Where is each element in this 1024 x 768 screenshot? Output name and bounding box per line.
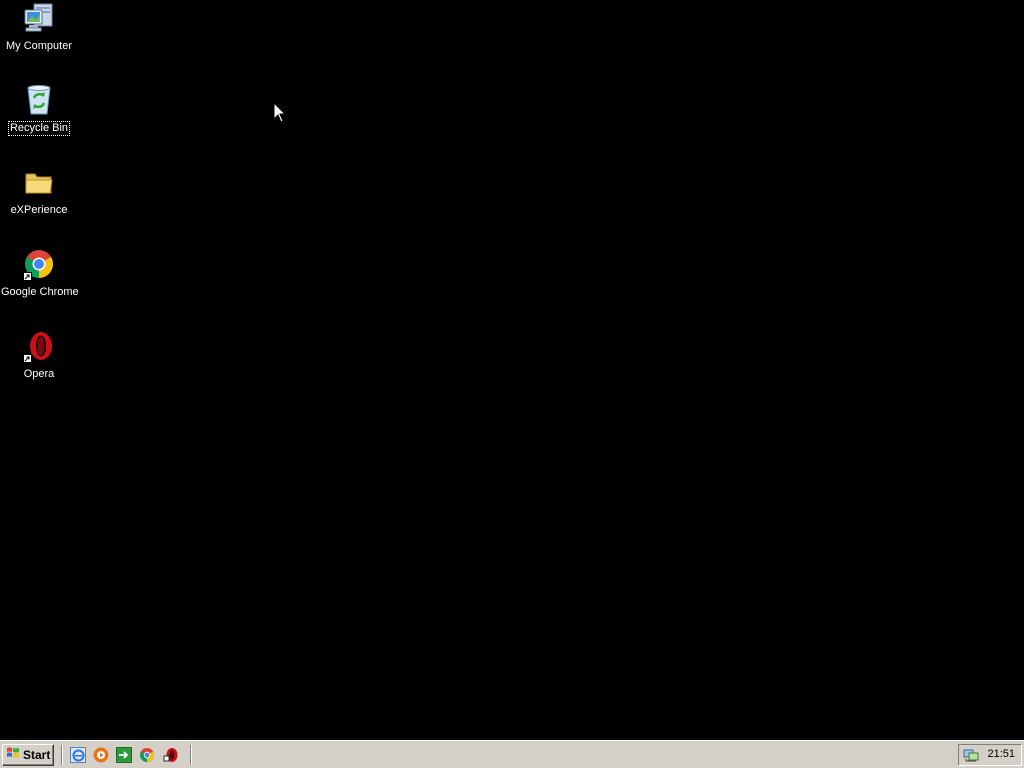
shortcut-arrow-icon	[23, 354, 32, 363]
start-button[interactable]: Start	[2, 744, 54, 766]
desktop-icon-experience-folder[interactable]: eXPerience	[0, 166, 78, 218]
desktop[interactable]: My Computer Recycle Bin eXPerience Googl…	[0, 0, 1024, 740]
desktop-icon-label: eXPerience	[10, 204, 68, 216]
chrome-icon	[22, 248, 56, 282]
mouse-cursor-icon	[273, 101, 287, 124]
internet-explorer-icon[interactable]	[70, 747, 86, 763]
desktop-icon-my-computer[interactable]: My Computer	[0, 2, 78, 54]
start-label: Start	[23, 748, 51, 762]
recycle-bin-icon	[22, 84, 56, 118]
chrome-icon[interactable]	[139, 747, 155, 763]
folder-icon	[22, 166, 56, 200]
taskbar: Start 21:51	[0, 740, 1024, 768]
opera-icon[interactable]	[163, 747, 179, 763]
clock[interactable]: 21:51	[987, 748, 1015, 760]
desktop-icon-label: Opera	[23, 368, 55, 380]
network-connection-icon[interactable]	[963, 747, 979, 763]
opera-icon	[22, 330, 56, 364]
media-player-icon[interactable]	[93, 747, 109, 763]
shortcut-arrow-icon	[23, 272, 32, 281]
show-desktop-icon[interactable]	[116, 747, 132, 763]
taskbar-separator	[61, 745, 63, 765]
system-tray: 21:51	[958, 744, 1022, 766]
my-computer-icon	[22, 2, 56, 36]
desktop-icon-label: Recycle Bin	[7, 121, 71, 136]
desktop-icon-label: Google Chrome	[1, 286, 79, 298]
taskbar-separator	[190, 745, 192, 765]
desktop-icon-opera[interactable]: Opera	[0, 330, 78, 382]
desktop-icon-recycle-bin[interactable]: Recycle Bin	[0, 84, 78, 136]
desktop-icon-label: My Computer	[5, 40, 73, 52]
desktop-icon-google-chrome[interactable]: Google Chrome	[0, 248, 79, 300]
windows-logo-icon	[6, 746, 20, 764]
